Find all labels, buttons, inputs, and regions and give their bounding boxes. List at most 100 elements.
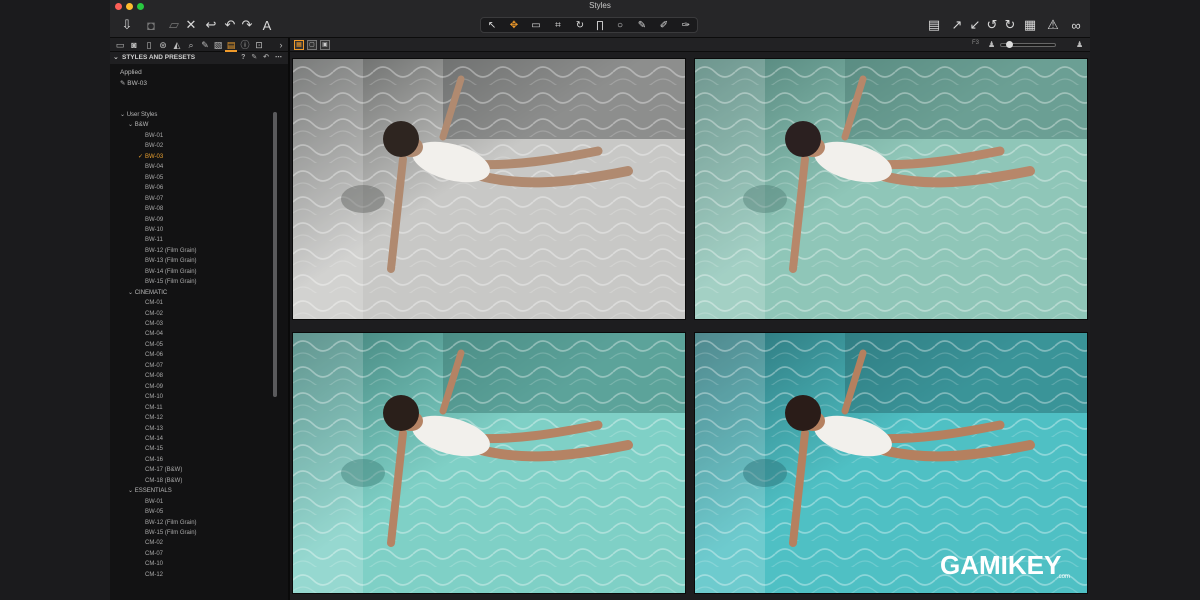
- undo-icon[interactable]: ↶: [221, 16, 239, 34]
- style-preset-item[interactable]: CM-07: [145, 549, 163, 559]
- style-preset-item[interactable]: BW-01: [145, 497, 163, 507]
- warning-icon[interactable]: ⚠: [1044, 16, 1062, 34]
- lens-tab-icon[interactable]: ▯: [143, 39, 155, 51]
- panel-header-actions[interactable]: ? ✎ ↶ ⋯: [241, 52, 284, 64]
- style-preset-item[interactable]: CM-15: [145, 444, 163, 454]
- style-preset-item[interactable]: BW-13 (Film Grain): [145, 256, 197, 266]
- style-preset-item[interactable]: CM-08: [145, 371, 163, 381]
- arrow-icon[interactable]: ↗: [948, 16, 966, 34]
- style-preset-item[interactable]: CM-14: [145, 434, 163, 444]
- preview-bw-03[interactable]: [292, 58, 686, 320]
- tree-group[interactable]: ⌄ ESSENTIALS: [128, 486, 172, 496]
- zoom-slider-handle[interactable]: [1006, 41, 1013, 48]
- pan-icon[interactable]: ✥: [503, 16, 525, 34]
- style-preset-item[interactable]: CM-11: [145, 403, 163, 413]
- tree-group[interactable]: ⌄ User Styles: [120, 110, 157, 120]
- tree-group[interactable]: ⌄ CINEMATIC: [128, 288, 167, 298]
- style-preset-item[interactable]: CM-02: [145, 538, 163, 548]
- rotate-icon[interactable]: ↻: [569, 16, 591, 34]
- tree-group[interactable]: ⌄ B&W: [128, 120, 148, 130]
- capture-tab-icon[interactable]: ◙: [128, 39, 140, 51]
- folder-icon[interactable]: ▱: [165, 16, 183, 34]
- watermark-logo: GAMIKEY .com: [940, 550, 1070, 580]
- style-preset-item[interactable]: BW-01: [145, 131, 163, 141]
- style-preset-item[interactable]: CM-09: [145, 382, 163, 392]
- style-preset-item[interactable]: BW-06: [145, 183, 163, 193]
- more-tabs-icon[interactable]: ›: [275, 39, 287, 51]
- style-preset-item[interactable]: CM-12: [145, 570, 163, 580]
- close-x-icon[interactable]: ✕: [182, 16, 200, 34]
- multi-view-icon[interactable]: ▦: [294, 40, 304, 50]
- style-preset-item[interactable]: CM-12: [145, 413, 163, 423]
- compare-view-icon[interactable]: ▣: [320, 40, 330, 50]
- style-preset-item[interactable]: BW-15 (Film Grain): [145, 528, 197, 538]
- spot-icon[interactable]: ○: [609, 16, 631, 34]
- grid-icon[interactable]: ▦: [1021, 16, 1039, 34]
- rotate-back-icon[interactable]: ↩: [202, 16, 220, 34]
- glasses-icon[interactable]: ∞: [1065, 16, 1087, 34]
- tree-item-label: BW-02: [145, 143, 164, 150]
- color-tab-icon[interactable]: ⊛: [157, 39, 169, 51]
- style-preset-item[interactable]: BW-05: [145, 507, 163, 517]
- style-preset-item[interactable]: CM-03: [145, 319, 163, 329]
- composition-tab-icon[interactable]: ▧: [212, 39, 224, 51]
- chevron-down-icon[interactable]: ⌄: [128, 122, 135, 128]
- style-preset-item[interactable]: BW-04: [145, 162, 163, 172]
- style-preset-item[interactable]: BW-14 (Film Grain): [145, 267, 197, 277]
- download-icon[interactable]: ⇩: [118, 16, 136, 34]
- brush-icon[interactable]: ✎: [631, 16, 653, 34]
- gradient-icon[interactable]: ✑: [675, 16, 697, 34]
- chevron-down-icon[interactable]: ⌄: [128, 290, 135, 296]
- single-view-icon[interactable]: ▢: [307, 40, 317, 50]
- check-arrow-icon[interactable]: ↙: [966, 16, 984, 34]
- local-adjust-tab-icon[interactable]: ✎: [199, 39, 211, 51]
- style-preset-item[interactable]: BW-02: [145, 141, 163, 151]
- metadata-tab-icon[interactable]: ⓘ: [239, 39, 251, 51]
- style-preset-item[interactable]: BW-08: [145, 204, 163, 214]
- style-preset-item[interactable]: BW-05: [145, 173, 163, 183]
- redo-icon[interactable]: ↷: [238, 16, 256, 34]
- style-preset-item[interactable]: CM-18 (B&W): [145, 476, 182, 486]
- chevron-down-icon[interactable]: ⌄: [113, 52, 119, 64]
- rotate-right-icon[interactable]: ↻: [1001, 16, 1019, 34]
- crop-icon[interactable]: ⌗: [547, 16, 569, 34]
- style-preset-item[interactable]: CM-17 (B&W): [145, 465, 182, 475]
- preview-style-2[interactable]: [694, 58, 1088, 320]
- style-preset-item[interactable]: BW-09: [145, 215, 163, 225]
- detail-tab-icon[interactable]: ⌕: [185, 39, 197, 51]
- library-tab-icon[interactable]: ▭: [114, 39, 126, 51]
- style-preset-item[interactable]: CM-07: [145, 361, 163, 371]
- layers-icon[interactable]: ▤: [925, 16, 943, 34]
- style-preset-item[interactable]: BW-12 (Film Grain): [145, 246, 197, 256]
- chevron-down-icon[interactable]: ⌄: [128, 488, 135, 494]
- style-preset-item[interactable]: CM-05: [145, 340, 163, 350]
- text-tool-icon[interactable]: A: [258, 16, 276, 34]
- select-icon[interactable]: ↖: [481, 16, 503, 34]
- keystone-icon[interactable]: ∏: [589, 16, 611, 34]
- rotate-left-icon[interactable]: ↺: [983, 16, 1001, 34]
- tree-item-label: CM-11: [145, 404, 163, 411]
- style-preset-item[interactable]: CM-10: [145, 392, 163, 402]
- exposure-tab-icon[interactable]: ◭: [171, 39, 183, 51]
- camera-icon[interactable]: ◘: [142, 16, 160, 34]
- style-preset-item[interactable]: CM-01: [145, 298, 163, 308]
- style-preset-item[interactable]: CM-16: [145, 455, 163, 465]
- output-tab-icon[interactable]: ⊡: [253, 39, 265, 51]
- style-preset-item[interactable]: BW-10: [145, 225, 163, 235]
- style-preset-item[interactable]: ✓ BW-03: [138, 152, 163, 162]
- style-preset-item[interactable]: BW-12 (Film Grain): [145, 518, 197, 528]
- style-preset-item[interactable]: BW-07: [145, 194, 163, 204]
- eraser-icon[interactable]: ✐: [653, 16, 675, 34]
- style-preset-item[interactable]: CM-04: [145, 329, 163, 339]
- scrollbar-thumb[interactable]: [273, 112, 277, 397]
- style-preset-item[interactable]: BW-15 (Film Grain): [145, 277, 197, 287]
- style-preset-item[interactable]: CM-06: [145, 350, 163, 360]
- style-preset-item[interactable]: BW-11: [145, 235, 163, 245]
- style-preset-item[interactable]: CM-02: [145, 309, 163, 319]
- style-preset-item[interactable]: CM-10: [145, 559, 163, 569]
- preview-style-3[interactable]: [292, 332, 686, 594]
- chevron-down-icon[interactable]: ⌄: [120, 112, 127, 118]
- panel-header[interactable]: ⌄ STYLES AND PRESETS ? ✎ ↶ ⋯: [110, 52, 288, 64]
- style-preset-item[interactable]: CM-13: [145, 424, 163, 434]
- viewer-icon[interactable]: ▭: [525, 16, 547, 34]
